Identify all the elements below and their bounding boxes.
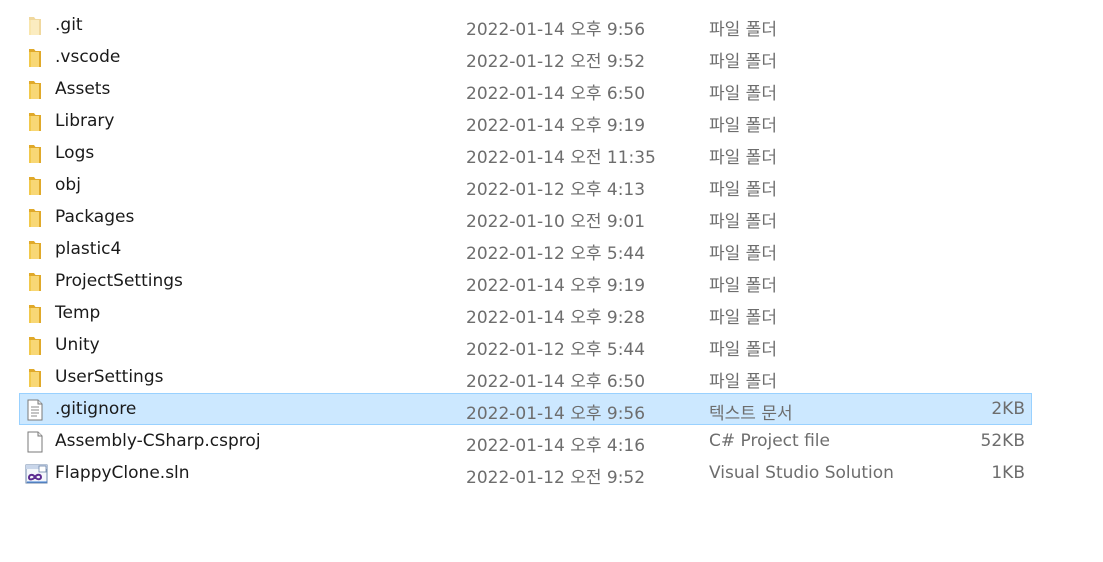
file-type: 텍스트 문서 [709, 404, 793, 424]
folder-icon [25, 15, 45, 37]
file-modified-date: 2022-01-12 오후 4:13 [466, 180, 646, 200]
file-type: 파일 폴더 [709, 84, 777, 104]
file-type: 파일 폴더 [709, 52, 777, 72]
file-name: Packages [55, 207, 135, 227]
file-type: C# Project file [709, 431, 830, 451]
file-type: 파일 폴더 [709, 244, 777, 264]
folder-icon [25, 111, 45, 133]
folder-icon [25, 207, 45, 229]
file-modified-date: 2022-01-14 오후 9:19 [466, 276, 646, 296]
visual-studio-solution-icon [25, 463, 48, 485]
file-modified-date: 2022-01-10 오전 9:01 [466, 212, 646, 232]
file-modified-date: 2022-01-14 오후 9:56 [466, 20, 646, 40]
file-row[interactable]: ProjectSettings 2022-01-14 오후 9:19 파일 폴더 [19, 265, 1032, 297]
file-row[interactable]: Unity 2022-01-12 오후 5:44 파일 폴더 [19, 329, 1032, 361]
file-modified-date: 2022-01-14 오후 9:19 [466, 116, 646, 136]
file-size: 1KB [991, 463, 1025, 483]
file-row[interactable]: Logs 2022-01-14 오전 11:35 파일 폴더 [19, 137, 1032, 169]
file-row[interactable]: Library 2022-01-14 오후 9:19 파일 폴더 [19, 105, 1032, 137]
file-row[interactable]: plastic4 2022-01-12 오후 5:44 파일 폴더 [19, 233, 1032, 265]
folder-icon [25, 271, 45, 293]
folder-icon [25, 79, 45, 101]
file-name: .gitignore [55, 399, 137, 419]
file-name: Logs [55, 143, 95, 163]
file-name: Unity [55, 335, 100, 355]
file-size: 52KB [980, 431, 1025, 451]
file-modified-date: 2022-01-14 오후 9:28 [466, 308, 646, 328]
file-modified-date: 2022-01-12 오전 9:52 [466, 52, 646, 72]
file-name: ProjectSettings [55, 271, 183, 291]
file-modified-date: 2022-01-14 오후 6:50 [466, 372, 646, 392]
file-row[interactable]: .git 2022-01-14 오후 9:56 파일 폴더 [19, 9, 1032, 41]
file-size: 2KB [991, 399, 1025, 419]
file-type: 파일 폴더 [709, 212, 777, 232]
file-type: 파일 폴더 [709, 340, 777, 360]
file-type: Visual Studio Solution [709, 463, 894, 483]
file-row[interactable]: Temp 2022-01-14 오후 9:28 파일 폴더 [19, 297, 1032, 329]
file-name: Library [55, 111, 115, 131]
file-name: Assembly-CSharp.csproj [55, 431, 261, 451]
file-type: 파일 폴더 [709, 276, 777, 296]
folder-icon [25, 367, 45, 389]
folder-icon [25, 47, 45, 69]
file-modified-date: 2022-01-14 오후 9:56 [466, 404, 646, 424]
file-name: .vscode [55, 47, 121, 67]
file-row[interactable]: .vscode 2022-01-12 오전 9:52 파일 폴더 [19, 41, 1032, 73]
file-row[interactable]: UserSettings 2022-01-14 오후 6:50 파일 폴더 [19, 361, 1032, 393]
file-modified-date: 2022-01-12 오전 9:52 [466, 468, 646, 488]
file-type: 파일 폴더 [709, 148, 777, 168]
folder-icon [25, 175, 45, 197]
folder-icon [25, 303, 45, 325]
folder-icon [25, 239, 45, 261]
file-modified-date: 2022-01-12 오후 5:44 [466, 340, 646, 360]
file-name: Temp [55, 303, 101, 323]
file-row[interactable]: .gitignore 2022-01-14 오후 9:56 텍스트 문서 2KB [19, 393, 1032, 425]
file-row[interactable]: Assets 2022-01-14 오후 6:50 파일 폴더 [19, 73, 1032, 105]
file-name: UserSettings [55, 367, 164, 387]
folder-icon [25, 335, 45, 357]
file-name: obj [55, 175, 81, 195]
file-list: .git 2022-01-14 오후 9:56 파일 폴더 .vscode 2022-0… [19, 9, 1032, 489]
file-modified-date: 2022-01-14 오후 4:16 [466, 436, 646, 456]
blank-file-icon [25, 431, 45, 453]
file-name: Assets [55, 79, 111, 99]
file-modified-date: 2022-01-14 오전 11:35 [466, 148, 656, 168]
file-name: .git [55, 15, 83, 35]
file-row[interactable]: Packages 2022-01-10 오전 9:01 파일 폴더 [19, 201, 1032, 233]
file-type: 파일 폴더 [709, 308, 777, 328]
file-modified-date: 2022-01-14 오후 6:50 [466, 84, 646, 104]
folder-icon [25, 143, 45, 165]
file-row[interactable]: FlappyClone.sln 2022-01-12 오전 9:52 Visual … [19, 457, 1032, 489]
file-type: 파일 폴더 [709, 116, 777, 136]
file-row[interactable]: obj 2022-01-12 오후 4:13 파일 폴더 [19, 169, 1032, 201]
file-row[interactable]: Assembly-CSharp.csproj 2022-01-14 오후 4:16… [19, 425, 1032, 457]
file-name: FlappyClone.sln [55, 463, 190, 483]
text-document-icon [25, 399, 45, 421]
file-type: 파일 폴더 [709, 372, 777, 392]
file-type: 파일 폴더 [709, 180, 777, 200]
file-name: plastic4 [55, 239, 122, 259]
file-type: 파일 폴더 [709, 20, 777, 40]
file-modified-date: 2022-01-12 오후 5:44 [466, 244, 646, 264]
